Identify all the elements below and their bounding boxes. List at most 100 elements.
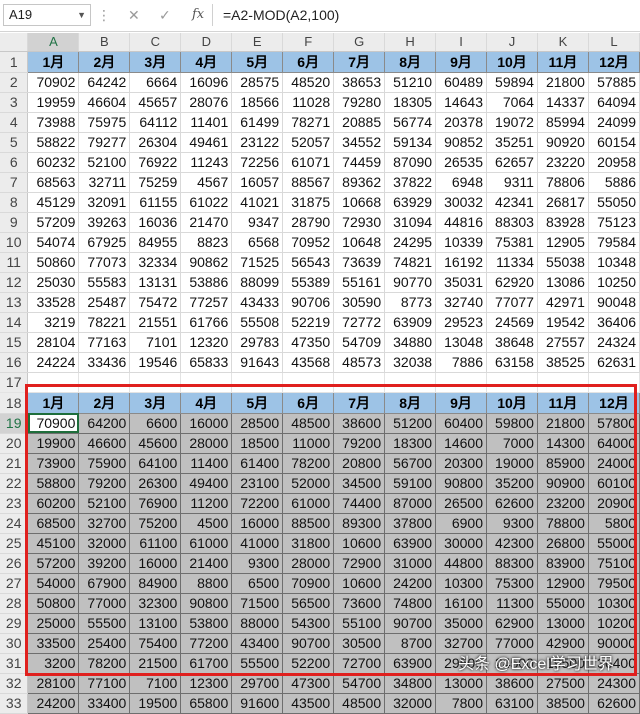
data-cell[interactable]: 90000	[587, 632, 640, 654]
row-header-16[interactable]: 16	[0, 352, 29, 373]
data-cell[interactable]: 48520	[282, 72, 335, 93]
data-cell[interactable]: 59100	[384, 472, 437, 494]
data-cell[interactable]: 55050	[588, 192, 640, 213]
data-cell[interactable]: 19546	[129, 352, 182, 373]
empty-cell[interactable]	[486, 372, 538, 393]
data-cell[interactable]: 39263	[78, 212, 131, 233]
data-cell[interactable]: 56700	[384, 452, 437, 474]
data-cell[interactable]: 13000	[435, 672, 488, 694]
data-cell[interactable]: 61022	[180, 192, 233, 213]
data-cell[interactable]: 52100	[78, 152, 131, 173]
data-cell[interactable]: 7800	[435, 692, 488, 714]
month-header-cell[interactable]: 10月	[486, 50, 538, 73]
data-cell[interactable]: 35000	[435, 612, 488, 634]
data-cell[interactable]: 91643	[231, 352, 284, 373]
data-cell[interactable]: 75900	[78, 452, 131, 474]
data-cell[interactable]: 28000	[180, 432, 233, 454]
data-cell[interactable]: 85900	[536, 452, 589, 474]
data-cell[interactable]: 74400	[333, 492, 386, 514]
row-header-17[interactable]: 17	[0, 372, 29, 393]
data-cell[interactable]: 24099	[588, 112, 640, 133]
data-cell[interactable]: 25000	[27, 612, 80, 634]
data-cell[interactable]: 5886	[588, 172, 640, 193]
data-cell[interactable]: 36406	[588, 312, 640, 333]
data-cell[interactable]: 18300	[384, 432, 437, 454]
data-cell[interactable]: 90770	[384, 272, 437, 293]
data-cell[interactable]: 73900	[27, 452, 80, 474]
data-cell[interactable]: 52200	[282, 652, 335, 674]
row-header-19[interactable]: 19	[0, 413, 29, 434]
data-cell[interactable]: 32000	[78, 532, 131, 554]
row-header-5[interactable]: 5	[0, 132, 29, 153]
data-cell[interactable]: 70900	[282, 572, 335, 594]
data-cell[interactable]: 62900	[486, 612, 538, 634]
data-cell[interactable]: 88099	[231, 272, 284, 293]
row-header-14[interactable]: 14	[0, 312, 29, 333]
row-header-8[interactable]: 8	[0, 192, 29, 213]
data-cell[interactable]: 78800	[536, 512, 589, 534]
data-cell[interactable]: 72700	[333, 652, 386, 674]
row-header-24[interactable]: 24	[0, 513, 29, 534]
data-cell[interactable]: 11028	[282, 92, 335, 113]
month-header-cell[interactable]: 3月	[129, 50, 182, 73]
data-cell[interactable]: 48500	[333, 692, 386, 714]
data-cell[interactable]: 79584	[588, 232, 640, 253]
column-header-I[interactable]: I	[435, 33, 488, 52]
data-cell[interactable]: 68563	[27, 172, 80, 193]
data-cell[interactable]: 52000	[282, 472, 335, 494]
data-cell[interactable]: 60232	[27, 152, 80, 173]
data-cell[interactable]: 90920	[537, 132, 589, 153]
data-cell[interactable]: 7064	[486, 92, 538, 113]
data-cell[interactable]: 75100	[587, 552, 640, 574]
data-cell[interactable]: 24300	[587, 672, 640, 694]
data-cell[interactable]: 11200	[180, 492, 233, 514]
month-header-cell[interactable]: 4月	[180, 50, 233, 73]
row-header-31[interactable]: 31	[0, 653, 29, 674]
data-cell[interactable]: 61400	[231, 452, 284, 474]
data-cell[interactable]: 29500	[435, 652, 488, 674]
data-cell[interactable]: 26535	[435, 152, 488, 173]
data-cell[interactable]: 70952	[282, 232, 335, 253]
data-cell[interactable]: 33528	[27, 292, 80, 313]
data-cell[interactable]: 48573	[333, 352, 386, 373]
month-header-cell[interactable]: 9月	[435, 50, 488, 73]
data-cell[interactable]: 24324	[588, 332, 640, 353]
data-cell[interactable]: 7000	[486, 432, 538, 454]
data-cell[interactable]: 10339	[435, 232, 488, 253]
data-cell[interactable]: 43500	[282, 692, 335, 714]
data-cell[interactable]: 50860	[27, 252, 80, 273]
data-cell[interactable]: 64100	[129, 452, 182, 474]
data-cell[interactable]: 75400	[129, 632, 182, 654]
month-header-cell[interactable]: 12月	[587, 391, 640, 414]
data-cell[interactable]: 46600	[78, 432, 131, 454]
data-cell[interactable]: 14600	[435, 432, 488, 454]
data-cell[interactable]: 73639	[333, 252, 386, 273]
data-cell[interactable]: 37800	[384, 512, 437, 534]
data-cell[interactable]: 79200	[78, 472, 131, 494]
data-cell[interactable]: 75975	[78, 112, 131, 133]
data-cell[interactable]: 77257	[180, 292, 233, 313]
data-cell[interactable]: 52057	[282, 132, 335, 153]
data-cell[interactable]: 75472	[129, 292, 182, 313]
data-cell[interactable]: 61000	[180, 532, 233, 554]
month-header-cell[interactable]: 12月	[587, 50, 640, 73]
data-cell[interactable]: 53800	[180, 612, 233, 634]
data-cell[interactable]: 62657	[486, 152, 538, 173]
data-cell[interactable]: 64094	[588, 92, 640, 113]
data-cell[interactable]: 78200	[78, 652, 131, 674]
data-cell[interactable]: 6568	[231, 232, 284, 253]
data-cell[interactable]: 31094	[384, 212, 437, 233]
data-cell[interactable]: 21551	[129, 312, 182, 333]
data-cell[interactable]: 7100	[129, 672, 182, 694]
column-header-J[interactable]: J	[486, 33, 538, 52]
data-cell[interactable]: 76922	[129, 152, 182, 173]
empty-cell[interactable]	[537, 372, 589, 393]
data-cell[interactable]: 38525	[537, 352, 589, 373]
month-header-cell[interactable]: 11月	[536, 391, 589, 414]
data-cell[interactable]: 9300	[231, 552, 284, 574]
data-cell[interactable]: 27500	[536, 672, 589, 694]
data-cell[interactable]: 16000	[180, 412, 233, 434]
data-cell[interactable]: 16000	[231, 512, 284, 534]
row-header-2[interactable]: 2	[0, 72, 29, 93]
data-cell[interactable]: 13000	[536, 612, 589, 634]
